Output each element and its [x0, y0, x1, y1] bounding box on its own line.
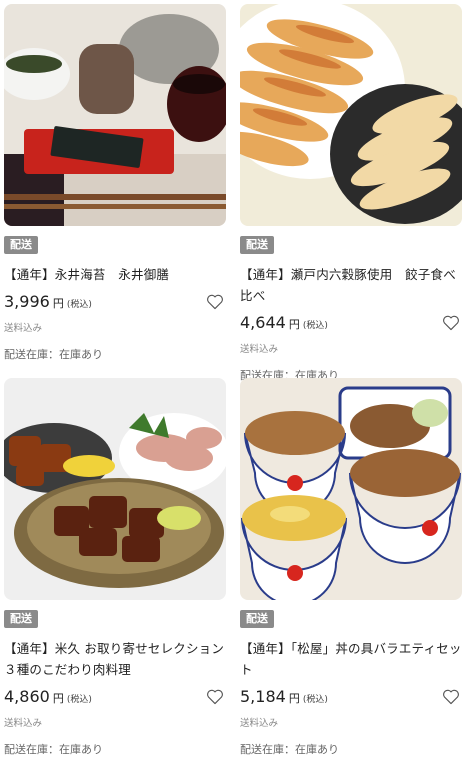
stock-status: 配送在庫：在庫あり: [4, 348, 103, 361]
product-title[interactable]: 【通年】永井海苔 永井御膳: [4, 264, 226, 285]
shipping-label: 送料込み: [4, 718, 43, 729]
product-image[interactable]: [4, 4, 226, 226]
stock-status: 配送在庫：在庫あり: [4, 743, 103, 756]
heart-icon[interactable]: [206, 689, 224, 705]
product-title[interactable]: 【通年】「松屋」丼の具バラエティセット: [240, 638, 462, 680]
shipping-label: 送料込み: [240, 718, 279, 729]
meat-dishes-image: [4, 378, 226, 600]
heart-icon[interactable]: [442, 315, 460, 331]
heart-icon[interactable]: [206, 294, 224, 310]
product-title[interactable]: 【通年】瀬戸内六穀豚使用 餃子食べ比べ: [240, 264, 462, 306]
price-value: 3,996: [4, 292, 50, 311]
price-value: 4,860: [4, 687, 50, 706]
product-image[interactable]: [240, 378, 462, 600]
price-row: 3,996 円 (税込): [4, 292, 226, 314]
product-title[interactable]: 【通年】米久 お取り寄せセレクション ３種のこだわり肉料理: [4, 638, 226, 680]
price-value: 5,184: [240, 687, 286, 706]
tax-label: (税込): [302, 695, 328, 705]
donburi-image: [240, 378, 462, 600]
price-value: 4,644: [240, 313, 286, 332]
price-unit: 円: [52, 297, 64, 310]
price-unit: 円: [288, 692, 300, 705]
product-card[interactable]: 配送 【通年】米久 お取り寄せセレクション ３種のこだわり肉料理 4,860 円(…: [4, 378, 226, 757]
tax-label: (税込): [66, 300, 92, 310]
product-grid: 配送 【通年】永井海苔 永井御膳 3,996 円 (税込) 送料込み 配送在庫：在庫…: [0, 0, 467, 756]
delivery-badge: 配送: [240, 610, 274, 628]
product-card[interactable]: 配送 【通年】「松屋」丼の具バラエティセット 5,184 円 (税込) 送料込み 配…: [240, 378, 462, 757]
delivery-badge: 配送: [240, 236, 274, 254]
delivery-badge: 配送: [4, 610, 38, 628]
tax-label: (税込): [302, 321, 328, 331]
price-row: 5,184 円 (税込): [240, 687, 462, 709]
product-card[interactable]: 配送 【通年】瀬戸内六穀豚使用 餃子食べ比べ 4,644 円 (税込) 送料込み 配…: [240, 4, 462, 383]
tax-label: (税込): [66, 695, 92, 705]
delivery-badge: 配送: [4, 236, 38, 254]
stock-status: 配送在庫：在庫あり: [240, 743, 339, 756]
product-image[interactable]: [240, 4, 462, 226]
product-image[interactable]: [4, 378, 226, 600]
shipping-label: 送料込み: [4, 323, 43, 334]
price-unit: 円: [52, 692, 64, 705]
gyoza-image: [240, 4, 462, 226]
nori-meal-image: [4, 4, 226, 226]
heart-icon[interactable]: [442, 689, 460, 705]
price-row: 4,860 円 (税込): [4, 687, 226, 709]
price-unit: 円: [288, 318, 300, 331]
product-card[interactable]: 配送 【通年】永井海苔 永井御膳 3,996 円 (税込) 送料込み 配送在庫：在庫…: [4, 4, 226, 362]
shipping-label: 送料込み: [240, 344, 279, 355]
price-row: 4,644 円 (税込): [240, 313, 462, 335]
